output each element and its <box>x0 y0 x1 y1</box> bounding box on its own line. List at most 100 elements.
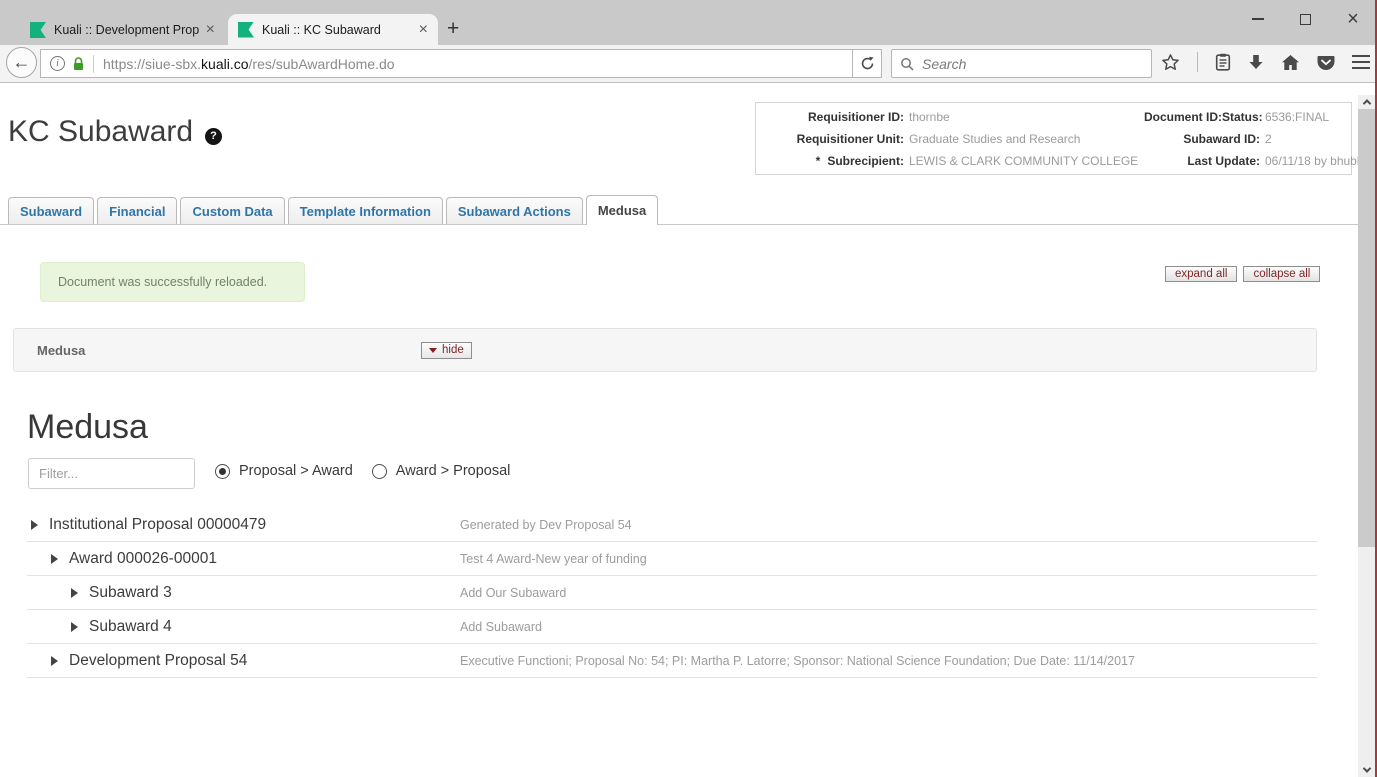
tab-custom-data[interactable]: Custom Data <box>180 197 284 225</box>
hide-button[interactable]: hide <box>421 342 472 359</box>
info-value: 6536:FINAL <box>1262 110 1351 124</box>
browser-tab-title: Kuali :: KC Subaward <box>262 23 413 37</box>
downloads-icon[interactable] <box>1248 54 1264 71</box>
radio-label: Proposal > Award <box>239 463 353 479</box>
tree-row-subaward-3[interactable]: Subaward 3 Add Our Subaward <box>27 576 1317 610</box>
info-label: Last Update: <box>1144 154 1262 168</box>
search-bar[interactable] <box>891 49 1152 78</box>
help-icon[interactable]: ? <box>205 128 222 145</box>
browser-tab-kc-subaward[interactable]: Kuali :: KC Subaward × <box>228 14 438 45</box>
info-label: Requisitioner Unit: <box>756 132 906 146</box>
maximize-icon <box>1300 14 1311 25</box>
radio-unselected-icon <box>372 464 387 479</box>
expand-arrow-icon[interactable] <box>51 656 58 666</box>
expand-collapse-controls: expand all collapse all <box>1165 266 1320 282</box>
kuali-favicon-icon <box>238 22 254 38</box>
info-value: Graduate Studies and Research <box>906 132 1144 146</box>
tab-financial[interactable]: Financial <box>97 197 177 225</box>
toolbar-icons <box>1161 52 1370 72</box>
scroll-down-button[interactable] <box>1358 763 1375 777</box>
info-value: 06/11/18 by bhubler <box>1262 154 1370 168</box>
tab-template-information[interactable]: Template Information <box>288 197 443 225</box>
document-info-table: Requisitioner ID: thornbe Document ID:St… <box>755 102 1352 175</box>
address-bar[interactable]: i https://siue-sbx.kuali.co/res/subAward… <box>40 49 853 78</box>
expand-arrow-icon[interactable] <box>51 554 58 564</box>
search-input[interactable] <box>922 56 1151 72</box>
back-arrow-icon: ← <box>13 52 31 73</box>
bookmark-star-icon[interactable] <box>1161 53 1180 72</box>
close-icon: × <box>1347 9 1359 29</box>
window-close-button[interactable]: × <box>1330 0 1376 38</box>
tree-node-description: Generated by Dev Proposal 54 <box>460 518 632 532</box>
filter-input[interactable] <box>28 458 195 489</box>
panel-title: Medusa <box>37 343 85 358</box>
home-icon[interactable] <box>1281 54 1300 71</box>
expand-arrow-icon[interactable] <box>71 622 78 632</box>
vertical-scrollbar[interactable] <box>1358 95 1375 777</box>
tree-node-title[interactable]: Subaward 3 <box>89 584 172 602</box>
info-label: Subaward ID: <box>1144 132 1262 146</box>
tab-close-icon[interactable]: × <box>419 22 428 38</box>
url-text: https://siue-sbx.kuali.co/res/subAwardHo… <box>103 56 395 72</box>
expand-arrow-icon[interactable] <box>71 588 78 598</box>
window-maximize-button[interactable] <box>1282 0 1328 38</box>
reload-button[interactable] <box>853 49 882 78</box>
info-label: *Subrecipient: <box>756 154 906 168</box>
tree-node-title[interactable]: Award 000026-00001 <box>69 550 217 568</box>
kuali-favicon-icon <box>30 22 46 38</box>
tab-subaward[interactable]: Subaward <box>8 197 94 225</box>
bookmarks-clipboard-icon[interactable] <box>1215 53 1231 71</box>
collapse-triangle-icon <box>429 348 437 353</box>
scrollbar-thumb[interactable] <box>1358 109 1375 547</box>
success-message: Document was successfully reloaded. <box>40 262 305 302</box>
browser-tab-title: Kuali :: Development Prop... <box>54 23 200 37</box>
radio-proposal-award[interactable]: Proposal > Award <box>215 463 353 479</box>
info-row: Requisitioner Unit: Graduate Studies and… <box>756 128 1351 150</box>
document-tab-bar: Subaward Financial Custom Data Template … <box>0 195 1358 225</box>
tree-row-subaward-4[interactable]: Subaward 4 Add Subaward <box>27 610 1317 644</box>
url-divider <box>93 55 94 73</box>
tree-node-description: Add Subaward <box>460 620 542 634</box>
pocket-icon[interactable] <box>1317 54 1335 71</box>
tab-medusa[interactable]: Medusa <box>586 195 658 225</box>
info-label: Document ID:Status: <box>1144 110 1262 124</box>
tree-node-title[interactable]: Development Proposal 54 <box>69 652 247 670</box>
tree-row-award[interactable]: Award 000026-00001 Test 4 Award-New year… <box>27 542 1317 576</box>
new-tab-button[interactable]: + <box>447 17 459 41</box>
tree-row-institutional-proposal[interactable]: Institutional Proposal 00000479 Generate… <box>27 508 1317 542</box>
page-title: KC Subaward <box>8 115 193 149</box>
required-marker: * <box>816 154 821 168</box>
info-row: Requisitioner ID: thornbe Document ID:St… <box>756 106 1351 128</box>
tree-row-development-proposal[interactable]: Development Proposal 54 Executive Functi… <box>27 644 1317 678</box>
browser-tab-development-proposal[interactable]: Kuali :: Development Prop... × <box>20 15 225 45</box>
info-value: LEWIS & CLARK COMMUNITY COLLEGE <box>906 154 1144 168</box>
info-row: *Subrecipient: LEWIS & CLARK COMMUNITY C… <box>756 150 1351 172</box>
collapse-all-button[interactable]: collapse all <box>1243 266 1320 282</box>
menu-hamburger-icon[interactable] <box>1352 55 1370 70</box>
tree-node-title[interactable]: Institutional Proposal 00000479 <box>49 516 266 534</box>
medusa-tree: Institutional Proposal 00000479 Generate… <box>27 508 1317 678</box>
back-button[interactable]: ← <box>6 47 37 78</box>
page-info-icon[interactable]: i <box>50 56 65 71</box>
browser-window: { "window": { "tabs": [ { "title": "Kual… <box>0 0 1377 777</box>
radio-selected-icon <box>215 464 230 479</box>
scroll-up-button[interactable] <box>1358 95 1375 109</box>
medusa-heading: Medusa <box>27 408 148 447</box>
search-icon <box>900 57 914 71</box>
radio-award-proposal[interactable]: Award > Proposal <box>372 463 511 479</box>
window-titlebar: Kuali :: Development Prop... × Kuali :: … <box>0 0 1377 45</box>
tab-subaward-actions[interactable]: Subaward Actions <box>446 197 583 225</box>
radio-label: Award > Proposal <box>396 463 511 479</box>
window-minimize-button[interactable] <box>1235 0 1281 38</box>
medusa-panel-header: Medusa hide <box>13 328 1317 372</box>
chevron-down-icon <box>1362 764 1370 772</box>
expand-all-button[interactable]: expand all <box>1165 266 1237 282</box>
tab-close-icon[interactable]: × <box>206 22 215 38</box>
tree-node-description: Executive Functioni; Proposal No: 54; PI… <box>460 654 1135 668</box>
tree-node-title[interactable]: Subaward 4 <box>89 618 172 636</box>
toolbar-divider <box>1197 52 1198 72</box>
minimize-icon <box>1252 18 1264 20</box>
info-value: thornbe <box>906 110 1144 124</box>
expand-arrow-icon[interactable] <box>31 520 38 530</box>
secure-lock-icon[interactable] <box>73 57 84 71</box>
